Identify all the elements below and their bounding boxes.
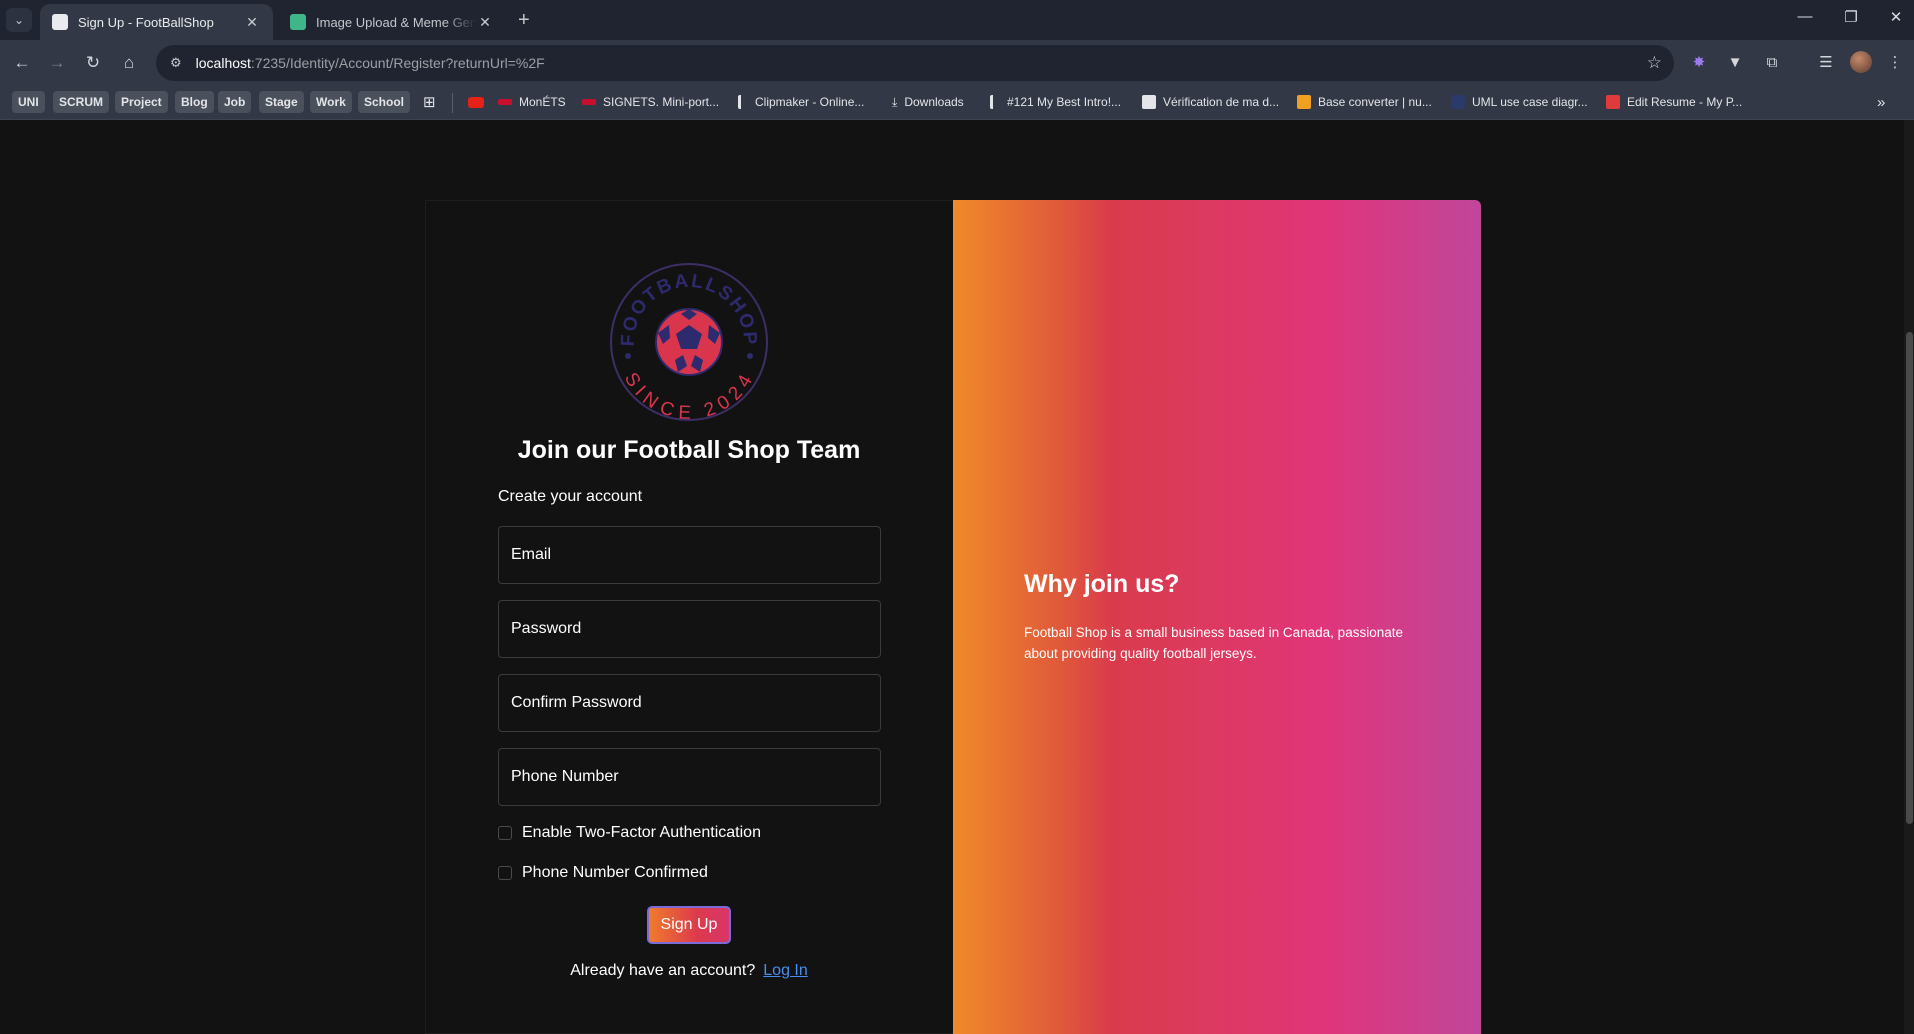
bookmark-label: Downloads [904, 95, 964, 109]
close-icon[interactable]: ✕ [476, 14, 494, 31]
email-field[interactable] [498, 526, 881, 584]
bookmark-star-icon[interactable]: ☆ [1647, 53, 1662, 73]
info-title: Why join us? [1024, 570, 1180, 598]
profile-avatar[interactable] [1850, 51, 1872, 73]
uml-icon [1451, 95, 1465, 109]
bookmarks-bar: UNI SCRUM Project Blog Job Stage Work Sc… [0, 86, 1914, 120]
bookmark-item[interactable]: Edit Resume - My P... [1606, 91, 1742, 113]
restore-button[interactable]: ❐ [1836, 8, 1866, 26]
url-host: localhost [195, 55, 251, 71]
football-shop-logo: FOOTBALLSHOP SINCE 2024 [610, 263, 768, 422]
bookmark-folder[interactable]: Work [310, 91, 352, 113]
phone-confirmed-option[interactable]: Phone Number Confirmed [498, 864, 708, 882]
bookmark-item[interactable]: MonÉTS [498, 91, 566, 113]
bookmark-label: #121 My Best Intro!... [1007, 95, 1122, 109]
rapidtables-icon [1297, 95, 1311, 109]
extension-icon[interactable]: ✸ [1687, 51, 1711, 75]
flag-icon [738, 95, 748, 109]
bookmark-item[interactable]: #121 My Best Intro!... [990, 91, 1121, 113]
two-factor-checkbox[interactable] [498, 826, 512, 840]
tab-strip: ⌄ Sign Up - FootBallShop ✕ Image Upload … [0, 0, 1914, 40]
phone-number-field[interactable] [498, 748, 881, 806]
bookmark-folder[interactable]: SCRUM [53, 91, 109, 113]
vue-devtools-icon[interactable]: ▼ [1723, 51, 1747, 75]
tab-title: Sign Up - FootBallShop [78, 14, 214, 30]
bookmark-folder[interactable]: Job [218, 91, 252, 113]
bookmark-label: Vérification de ma d... [1163, 95, 1280, 109]
info-text: Football Shop is a small business based … [1024, 625, 1403, 661]
apps-grid-icon[interactable]: ⊞ [423, 91, 436, 113]
bookmark-label: Edit Resume - My P... [1627, 95, 1743, 109]
confirm-password-field[interactable] [498, 674, 881, 732]
forward-button[interactable]: → [45, 51, 69, 75]
reload-button[interactable]: ↻ [81, 51, 105, 75]
more-bookmarks-icon[interactable]: » [1877, 91, 1885, 113]
chevron-down-icon: ⌄ [13, 13, 25, 27]
bookmark-folder[interactable]: Project [115, 91, 168, 113]
login-prompt-text: Already have an account? [570, 962, 756, 979]
phone-confirmed-checkbox[interactable] [498, 866, 512, 880]
download-icon: ⤓ [892, 94, 898, 109]
document-icon [1142, 95, 1156, 109]
bookmark-label: MonÉTS [519, 95, 566, 109]
login-link[interactable]: Log In [763, 962, 807, 979]
bookmark-folder[interactable]: School [358, 91, 411, 113]
tab-search-button[interactable]: ⌄ [6, 8, 32, 32]
puzzle-icon[interactable]: ⧉ [1760, 51, 1784, 75]
bookmark-folder[interactable]: UNI [12, 91, 45, 113]
url-path: :7235/Identity/Account/Register?returnUr… [250, 55, 545, 71]
bookmark-item[interactable]: SIGNETS. Mini-port... [582, 91, 719, 113]
youtube-icon [468, 96, 484, 108]
scrollbar-track[interactable] [1904, 120, 1914, 1034]
tab-title: Image Upload & Meme Generator [316, 14, 476, 30]
browser-toolbar: ← → ↻ ⌂ ⚙ localhost :7235/Identity/Accou… [0, 40, 1914, 86]
info-panel [953, 200, 1481, 1034]
tab-signup[interactable]: Sign Up - FootBallShop ✕ [40, 4, 273, 40]
bookmark-folder[interactable]: Stage [259, 91, 304, 113]
minimize-button[interactable]: — [1790, 8, 1820, 25]
ets-icon [498, 99, 512, 105]
email-input[interactable] [499, 527, 880, 583]
bookmark-item[interactable]: Clipmaker - Online... [738, 91, 864, 113]
resume-icon [1606, 95, 1620, 109]
new-tab-button[interactable]: + [518, 8, 530, 32]
login-prompt: Already have an account? Log In [425, 962, 953, 980]
form-subtitle: Create your account [498, 488, 643, 505]
window-close-button[interactable]: ✕ [1881, 8, 1911, 26]
tab-meme-generator[interactable]: Image Upload & Meme Generator ✕ [278, 4, 506, 40]
password-field[interactable] [498, 600, 881, 658]
phone-confirmed-label: Phone Number Confirmed [522, 864, 708, 881]
bookmark-label: Clipmaker - Online... [755, 95, 865, 109]
home-button[interactable]: ⌂ [117, 51, 141, 75]
address-bar[interactable]: ⚙ localhost :7235/Identity/Account/Regis… [156, 45, 1674, 81]
bookmark-item[interactable]: UML use case diagr... [1451, 91, 1588, 113]
bookmark-folder[interactable]: Blog [175, 91, 214, 113]
bookmark-label: Base converter | nu... [1318, 95, 1432, 109]
image-icon [290, 14, 306, 30]
bookmark-label: SIGNETS. Mini-port... [603, 95, 720, 109]
bookmark-item[interactable]: Vérification de ma d... [1142, 91, 1279, 113]
site-settings-icon[interactable]: ⚙ [170, 55, 182, 71]
menu-icon[interactable]: ⋮ [1883, 51, 1907, 75]
password-input[interactable] [499, 601, 880, 657]
page-title: Join our Football Shop Team [517, 436, 861, 464]
bookmark-label: UML use case diagr... [1472, 95, 1588, 109]
sign-up-button[interactable]: Sign Up [647, 906, 731, 944]
scrollbar-thumb[interactable] [1906, 332, 1913, 824]
media-controls-icon[interactable]: ☰ [1814, 51, 1838, 75]
two-factor-label: Enable Two-Factor Authentication [522, 824, 761, 841]
close-icon[interactable]: ✕ [243, 14, 261, 31]
page-icon [52, 14, 68, 30]
back-button[interactable]: ← [10, 51, 34, 75]
bookmarks-divider [452, 93, 453, 113]
phone-number-input[interactable] [499, 749, 880, 805]
bookmark-item[interactable]: ⤓ Downloads [892, 91, 964, 113]
bookmark-youtube[interactable] [468, 91, 491, 113]
bookmark-item[interactable]: Base converter | nu... [1297, 91, 1432, 113]
confirm-password-input[interactable] [499, 675, 880, 731]
flag-icon [990, 95, 1000, 109]
two-factor-option[interactable]: Enable Two-Factor Authentication [498, 824, 761, 842]
ets-icon [582, 99, 596, 105]
